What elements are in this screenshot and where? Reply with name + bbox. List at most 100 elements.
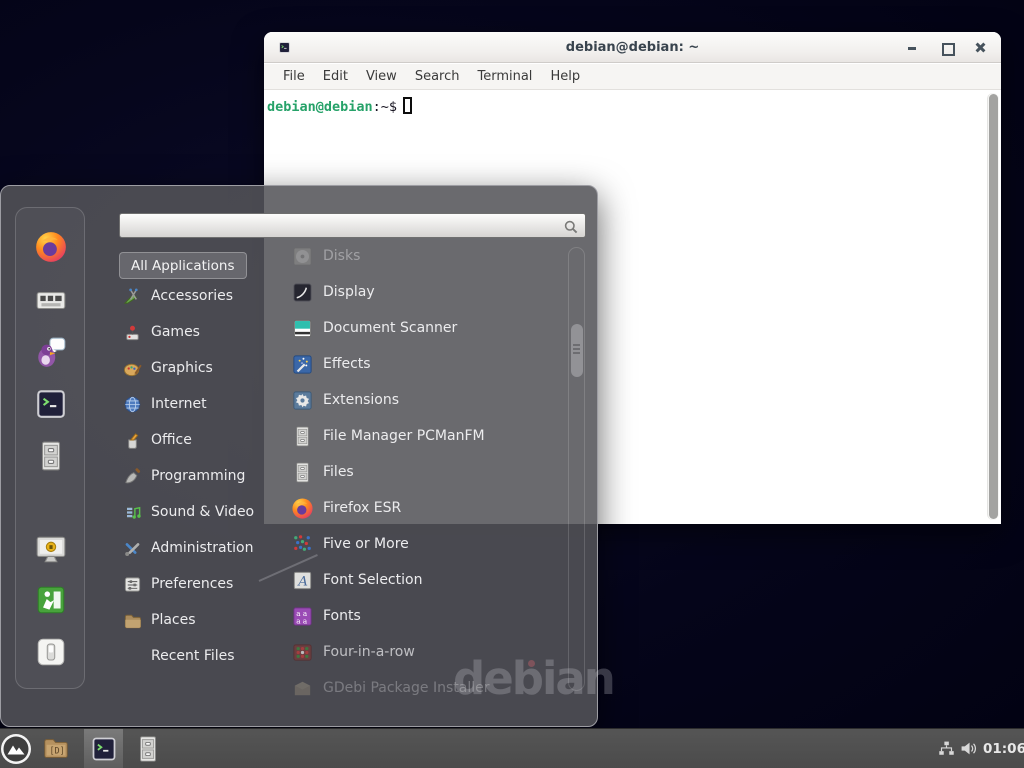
search-input[interactable]	[126, 216, 557, 235]
sound-video-icon	[123, 503, 142, 522]
terminal-cursor	[403, 97, 412, 114]
category-label: Recent Files	[151, 648, 235, 664]
app-item-file-manager-pcmanfm[interactable]: File Manager PCManFM	[291, 423, 561, 449]
search-icon	[563, 219, 579, 235]
disks-icon	[291, 245, 314, 268]
menu-edit[interactable]: Edit	[314, 66, 357, 87]
app-item-label: GDebi Package Installer	[323, 680, 489, 696]
menu-search[interactable]: Search	[406, 66, 469, 87]
app-item-label: Firefox ESR	[323, 500, 401, 516]
close-icon[interactable]	[974, 41, 987, 54]
app-item-files[interactable]: Files	[291, 459, 561, 485]
app-item-five-or-more[interactable]: Five or More	[291, 531, 561, 557]
menu-view[interactable]: View	[357, 66, 406, 87]
volume-icon[interactable]	[960, 740, 977, 757]
category-administration[interactable]: Administration	[123, 535, 273, 561]
app-item-effects[interactable]: Effects	[291, 351, 561, 377]
taskbar-file-manager-button[interactable]	[133, 734, 163, 764]
desktop-folder-button[interactable]	[41, 734, 71, 764]
category-preferences[interactable]: Preferences	[123, 571, 273, 597]
terminal-scrollbar-thumb[interactable]	[989, 94, 998, 519]
search-box[interactable]	[119, 213, 586, 238]
graphics-icon	[123, 359, 142, 378]
lock-screen-button[interactable]	[34, 532, 68, 566]
network-icon[interactable]	[938, 740, 955, 757]
terminal-prompt-line: debian@debian:~$	[264, 91, 1001, 115]
favorite-chat-button[interactable]	[34, 335, 68, 369]
terminal-title: debian@debian: ~	[264, 40, 1001, 55]
effects-icon	[291, 353, 314, 376]
category-office[interactable]: Office	[123, 427, 273, 453]
terminal-icon	[90, 735, 118, 763]
app-item-gdebi-package-installer[interactable]: GDebi Package Installer	[291, 675, 561, 701]
app-item-extensions[interactable]: Extensions	[291, 387, 561, 413]
app-item-label: Font Selection	[323, 572, 422, 588]
fonts-icon	[291, 605, 314, 628]
favorite-file-manager-button[interactable]	[34, 439, 68, 473]
category-label: Administration	[151, 540, 253, 556]
maximize-icon[interactable]	[940, 41, 953, 54]
app-item-font-selection[interactable]: Font Selection	[291, 567, 561, 593]
terminal-window-icon	[278, 41, 291, 54]
category-label: Places	[151, 612, 196, 628]
log-out-button[interactable]	[34, 583, 68, 617]
category-label: Graphics	[151, 360, 213, 376]
favorites-sidebar	[15, 207, 85, 689]
category-label: Sound & Video	[151, 504, 254, 520]
five-or-more-icon	[291, 533, 314, 556]
menu-terminal[interactable]: Terminal	[468, 66, 541, 87]
places-icon	[123, 611, 142, 630]
category-internet[interactable]: Internet	[123, 391, 273, 417]
category-places[interactable]: Places	[123, 607, 273, 633]
gdebi-icon	[291, 677, 314, 700]
favorite-keyboard-settings-button[interactable]	[34, 283, 68, 317]
app-item-label: Fonts	[323, 608, 361, 624]
shut-down-button[interactable]	[34, 635, 68, 669]
taskbar-terminal-window-button[interactable]	[84, 729, 123, 768]
administration-icon	[123, 539, 142, 558]
favorite-firefox-button[interactable]	[34, 230, 68, 264]
app-list-scrollbar[interactable]	[568, 247, 585, 691]
app-item-label: Disks	[323, 248, 360, 264]
app-item-fonts[interactable]: Fonts	[291, 603, 561, 629]
app-item-four-in-a-row[interactable]: Four-in-a-row	[291, 639, 561, 665]
minimize-icon[interactable]	[906, 41, 919, 54]
terminal-titlebar[interactable]: debian@debian: ~	[264, 32, 1001, 63]
menu-button[interactable]	[0, 733, 32, 765]
application-menu: debian All Applications Accessories	[0, 185, 598, 727]
category-accessories[interactable]: Accessories	[123, 283, 273, 309]
app-item-label: Extensions	[323, 392, 399, 408]
prompt-user-host: debian@debian	[267, 99, 373, 115]
app-item-display[interactable]: Display	[291, 279, 561, 305]
app-item-label: Files	[323, 464, 354, 480]
category-all-applications[interactable]: All Applications	[119, 252, 247, 279]
files-icon	[291, 461, 314, 484]
category-games[interactable]: Games	[123, 319, 273, 345]
games-icon	[123, 323, 142, 342]
programming-icon	[123, 467, 142, 486]
font-selection-icon	[291, 569, 314, 592]
favorite-terminal-button[interactable]	[34, 387, 68, 421]
category-recent-files[interactable]: Recent Files	[123, 643, 273, 669]
category-label: Office	[151, 432, 192, 448]
category-label: Preferences	[151, 576, 233, 592]
prompt-path: :~$	[373, 99, 397, 115]
app-item-document-scanner[interactable]: Document Scanner	[291, 315, 561, 341]
app-item-firefox-esr[interactable]: Firefox ESR	[291, 495, 561, 521]
category-label: Programming	[151, 468, 245, 484]
app-item-disks[interactable]: Disks	[291, 243, 561, 269]
office-icon	[123, 431, 142, 450]
menu-file[interactable]: File	[274, 66, 314, 87]
app-list-scrollbar-thumb[interactable]	[571, 324, 583, 377]
terminal-scrollbar[interactable]	[987, 93, 999, 520]
app-item-label: Five or More	[323, 536, 409, 552]
clock[interactable]: 01:06	[983, 729, 1024, 768]
document-scanner-icon	[291, 317, 314, 340]
file-manager-icon	[291, 425, 314, 448]
display-icon	[291, 281, 314, 304]
category-sound-video[interactable]: Sound & Video	[123, 499, 273, 525]
category-graphics[interactable]: Graphics	[123, 355, 273, 381]
category-label: Internet	[151, 396, 207, 412]
menu-help[interactable]: Help	[541, 66, 589, 87]
category-programming[interactable]: Programming	[123, 463, 273, 489]
